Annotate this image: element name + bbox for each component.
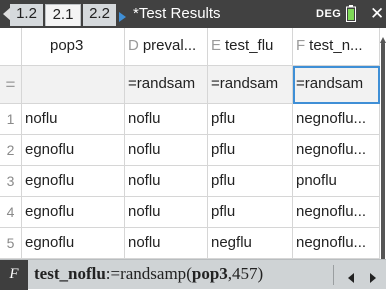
entry-assign-function: :=randsamp (105, 264, 187, 283)
formula-row-marker: = (0, 66, 22, 104)
entry-variable-name: test_noflu (34, 264, 106, 283)
column-name: pop3 (50, 37, 84, 54)
table-cell[interactable]: egnoflu (22, 228, 125, 259)
table-cell[interactable]: pnoflu (293, 166, 380, 197)
scroll-left-arrow-icon[interactable] (348, 270, 354, 283)
row-number: 1 (0, 104, 22, 135)
column-letter: F (296, 37, 306, 54)
table-cell[interactable]: pflu (208, 104, 293, 135)
formula-cell[interactable]: =randsam (208, 66, 293, 104)
table-cell[interactable]: negflu (208, 228, 293, 259)
title-bar: 1.2 2.1 2.2 *Test Results DEG ✕ (0, 0, 386, 28)
scroll-up-arrow-icon[interactable] (380, 30, 386, 43)
vertical-scrollbar[interactable] (380, 28, 386, 266)
entry-divider (333, 265, 334, 285)
table-cell[interactable]: negnoflu... (293, 104, 380, 135)
table-cell[interactable]: noflu (125, 166, 208, 197)
table-cell[interactable]: pflu (208, 166, 293, 197)
table-cell[interactable]: egnoflu (22, 197, 125, 228)
table-row: 2 egnoflu noflu pflu negnoflu... (0, 135, 380, 166)
document-title: *Test Results (133, 5, 221, 22)
column-name: test_flu (225, 37, 274, 54)
tab-2-1[interactable]: 2.1 (45, 4, 81, 26)
formula-cell[interactable]: =randsam (125, 66, 208, 104)
table-row: 4 egnoflu noflu pflu negnoflu... (0, 197, 380, 228)
angle-mode-indicator: DEG (316, 8, 342, 20)
entry-line-label: F (0, 260, 28, 290)
formula-cell[interactable] (22, 66, 125, 104)
table-cell[interactable]: egnoflu (22, 166, 125, 197)
column-header-row: pop3 Dpreval... Etest_flu Ftest_n... (0, 28, 380, 66)
column-header-d[interactable]: Dpreval... (125, 28, 208, 66)
row-number: 4 (0, 197, 22, 228)
table-cell[interactable]: pflu (208, 197, 293, 228)
entry-line[interactable]: F test_noflu:=randsamp(pop3,457) (0, 259, 386, 290)
table-row: 3 egnoflu noflu pflu pnoflu (0, 166, 380, 197)
table-row: 5 egnoflu noflu negflu negnoflu... (0, 228, 380, 259)
tab-1-2[interactable]: 1.2 (10, 4, 43, 26)
table-cell[interactable]: negnoflu... (293, 228, 380, 259)
scrollbar-thumb[interactable] (381, 42, 385, 266)
entry-line-expression[interactable]: test_noflu:=randsamp(pop3,457) (34, 262, 263, 286)
column-header-f[interactable]: Ftest_n... (293, 28, 380, 66)
next-page-arrow-icon[interactable] (118, 9, 126, 22)
row-number: 3 (0, 166, 22, 197)
table-cell[interactable]: egnoflu (22, 135, 125, 166)
table-cell[interactable]: negnoflu... (293, 135, 380, 166)
row-number: 5 (0, 228, 22, 259)
table-cell[interactable]: negnoflu... (293, 197, 380, 228)
column-header-pop3[interactable]: pop3 (22, 28, 125, 66)
corner-cell (0, 28, 22, 66)
table-cell[interactable]: noflu (125, 104, 208, 135)
column-header-e[interactable]: Etest_flu (208, 28, 293, 66)
battery-icon (346, 5, 356, 22)
entry-rest: ,457) (227, 264, 264, 283)
scroll-right-arrow-icon[interactable] (370, 270, 376, 283)
column-name: preval... (142, 37, 197, 54)
formula-cell-selected[interactable]: =randsam (293, 66, 380, 104)
table-cell[interactable]: pflu (208, 135, 293, 166)
formula-row: = =randsam =randsam =randsam (0, 66, 380, 104)
column-letter: E (211, 37, 222, 54)
column-letter: D (128, 37, 139, 54)
entry-argument: pop3 (191, 264, 228, 283)
table-cell[interactable]: noflu (125, 135, 208, 166)
row-number: 2 (0, 135, 22, 166)
table-cell[interactable]: noflu (125, 228, 208, 259)
tab-2-2[interactable]: 2.2 (83, 4, 116, 26)
column-name: test_n... (309, 37, 363, 54)
table-cell[interactable]: noflu (125, 197, 208, 228)
table-row: 1 noflu noflu pflu negnoflu... (0, 104, 380, 135)
table-cell[interactable]: noflu (22, 104, 125, 135)
close-icon[interactable]: ✕ (370, 4, 384, 24)
